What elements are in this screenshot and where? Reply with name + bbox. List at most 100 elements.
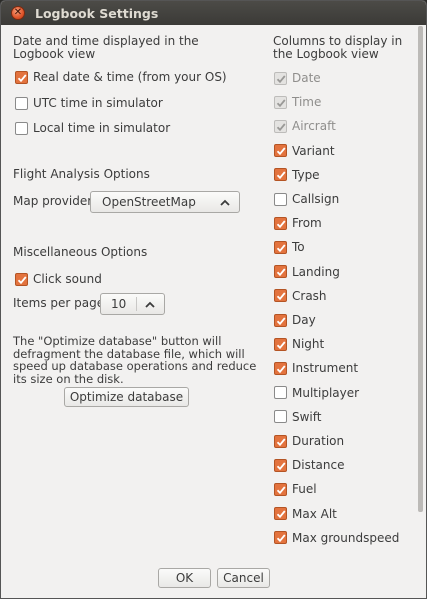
column-checkbox-row[interactable]: Crash [274, 288, 327, 304]
ok-button[interactable]: OK [158, 568, 211, 588]
column-checkbox[interactable] [274, 240, 287, 254]
column-checkbox-row[interactable]: Instrument [274, 360, 358, 376]
column-checkbox[interactable] [274, 410, 287, 424]
column-checkbox-row[interactable]: Duration [274, 433, 344, 449]
chevron-up-icon[interactable] [144, 300, 156, 310]
checkmark-icon [276, 220, 286, 228]
column-checkbox-row[interactable]: Variant [274, 143, 335, 159]
local-time-checkbox[interactable] [15, 121, 28, 135]
checkmark-icon [276, 74, 286, 83]
click-sound-checkbox[interactable] [15, 272, 28, 286]
checkmark-icon [276, 268, 286, 277]
column-checkbox[interactable] [274, 168, 287, 182]
column-checkbox[interactable] [274, 482, 287, 496]
checkmark-icon [276, 534, 286, 543]
column-checkbox[interactable] [274, 361, 287, 375]
date-section-heading: Date and time displayed in the Logbook v… [13, 34, 199, 61]
checkmark-icon [276, 462, 286, 470]
local-time-label: Local time in simulator [33, 121, 171, 135]
column-checkbox[interactable] [274, 265, 287, 279]
logbook-settings-dialog: ✕ Logbook Settings Date and time display… [0, 0, 427, 599]
utc-time-checkbox-row[interactable]: UTC time in simulator [15, 95, 163, 111]
map-provider-select[interactable]: OpenStreetMap [90, 191, 240, 213]
checkmark-icon [276, 510, 286, 519]
column-label: From [292, 216, 322, 231]
items-per-page-spinner[interactable]: 10 [100, 293, 165, 315]
spinner-divider [136, 297, 137, 311]
checkmark-icon [276, 123, 286, 132]
window-title: Logbook Settings [35, 6, 159, 21]
checkmark-icon [276, 316, 286, 325]
title-bar: ✕ Logbook Settings [1, 1, 426, 25]
column-checkbox[interactable] [274, 144, 287, 158]
utc-time-checkbox[interactable] [15, 96, 28, 110]
real-time-checkbox[interactable] [15, 70, 28, 84]
flight-section-heading: Flight Analysis Options [13, 167, 150, 181]
column-checkbox-row: Date [274, 70, 321, 86]
checkmark-icon [276, 147, 286, 156]
column-checkbox[interactable] [274, 531, 287, 545]
column-checkbox[interactable] [274, 507, 287, 521]
utc-time-label: UTC time in simulator [33, 96, 163, 110]
column-checkbox[interactable] [274, 458, 287, 472]
column-label: Max groundspeed [292, 530, 400, 545]
click-sound-label: Click sound [33, 272, 102, 286]
click-sound-checkbox-row[interactable]: Click sound [15, 271, 102, 287]
column-label: Variant [292, 143, 335, 158]
checkmark-icon [276, 437, 286, 446]
column-checkbox-row[interactable]: Landing [274, 264, 340, 280]
scrollbar[interactable] [418, 26, 423, 512]
column-checkbox[interactable] [274, 434, 287, 448]
optimize-description: The "Optimize database" button will defr… [13, 334, 257, 386]
column-checkbox[interactable] [274, 337, 287, 351]
column-checkbox-row[interactable]: Callsign [274, 191, 339, 207]
column-label: Time [292, 95, 322, 110]
cancel-button[interactable]: Cancel [217, 568, 270, 588]
column-label: Landing [292, 264, 340, 279]
column-label: Type [292, 167, 320, 182]
checkmark-icon [276, 486, 286, 495]
column-label: Distance [292, 458, 345, 473]
checkmark-icon [276, 341, 286, 349]
column-checkbox-row: Aircraft [274, 118, 336, 134]
misc-section-heading: Miscellaneous Options [13, 245, 148, 259]
column-checkbox-row[interactable]: Swift [274, 409, 321, 425]
column-label: Crash [292, 288, 327, 303]
column-label: Night [292, 337, 325, 352]
column-checkbox-row[interactable]: From [274, 215, 322, 231]
column-checkbox[interactable] [274, 313, 287, 327]
optimize-database-button[interactable]: Optimize database [64, 387, 189, 407]
column-checkbox[interactable] [274, 216, 287, 230]
column-checkbox[interactable] [274, 192, 287, 206]
column-checkbox-row[interactable]: Distance [274, 457, 344, 473]
column-checkbox-row[interactable]: Night [274, 336, 324, 352]
column-checkbox-row[interactable]: Max groundspeed [274, 530, 399, 546]
column-checkbox[interactable] [274, 289, 287, 303]
items-per-page-value: 10 [111, 297, 127, 311]
column-checkbox-row[interactable]: Type [274, 167, 320, 183]
column-checkbox [274, 95, 287, 109]
chevron-up-icon [220, 199, 230, 206]
column-checkbox-row[interactable]: Max Alt [274, 506, 337, 522]
column-label: Date [292, 71, 321, 85]
checkmark-icon [276, 171, 286, 180]
column-checkbox-row[interactable]: Day [274, 312, 316, 328]
column-label: Swift [292, 409, 322, 424]
column-checkbox [274, 71, 287, 85]
checkmark-icon [276, 365, 286, 374]
close-icon[interactable]: ✕ [11, 6, 25, 20]
real-time-label: Real date & time (from your OS) [33, 70, 227, 84]
column-label: Duration [292, 434, 345, 448]
columns-section-heading: Columns to display in the Logbook view [273, 34, 403, 61]
checkmark-icon [17, 275, 27, 284]
column-checkbox-row[interactable]: Fuel [274, 481, 317, 497]
column-checkbox[interactable] [274, 386, 287, 400]
column-checkbox-row[interactable]: Multiplayer [274, 385, 359, 401]
column-label: Max Alt [292, 506, 337, 521]
column-checkbox-row[interactable]: To [274, 239, 305, 255]
column-label: Day [292, 313, 316, 327]
local-time-checkbox-row[interactable]: Local time in simulator [15, 120, 170, 136]
real-time-checkbox-row[interactable]: Real date & time (from your OS) [15, 69, 227, 85]
column-label: Instrument [292, 361, 359, 376]
column-label: Multiplayer [292, 385, 360, 400]
